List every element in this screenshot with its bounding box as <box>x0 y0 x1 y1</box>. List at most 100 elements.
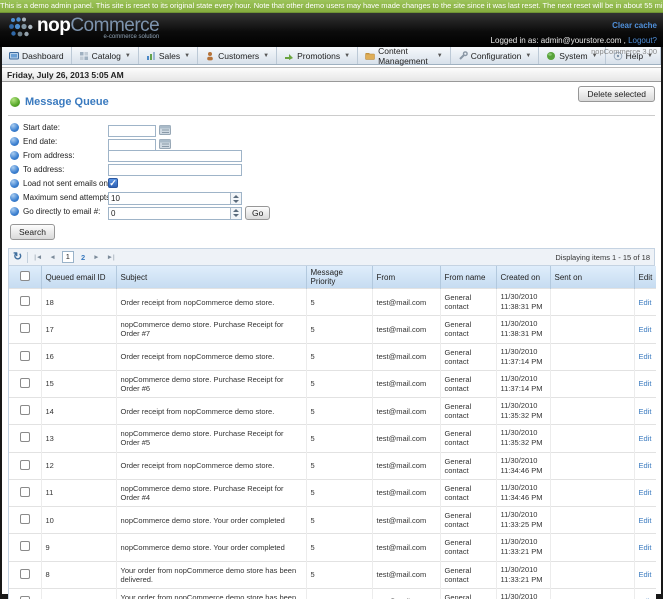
cell-from: test@mail.com <box>372 343 440 370</box>
menu-item-content-management[interactable]: Content Management ▼ <box>358 47 451 64</box>
row-checkbox[interactable] <box>20 541 30 551</box>
cell-priority: 5 <box>306 398 372 425</box>
help-icon <box>10 165 19 174</box>
row-checkbox[interactable] <box>20 323 30 333</box>
row-checkbox[interactable] <box>20 487 30 497</box>
cell-from-name: General contact <box>440 452 496 479</box>
stepper-arrows-icon[interactable] <box>230 208 241 219</box>
from-address-input[interactable] <box>108 150 242 162</box>
cell-sent-on <box>550 561 634 588</box>
row-checkbox[interactable] <box>20 351 30 361</box>
col-edit: Edit <box>634 266 656 289</box>
filter-row-start-date: Start date: <box>8 122 655 135</box>
cell-from: test@mail.com <box>372 398 440 425</box>
load-not-sent-checkbox[interactable]: ✓ <box>108 178 118 188</box>
edit-link[interactable]: Edit <box>639 461 652 470</box>
max-attempts-stepper[interactable]: 10 <box>108 192 242 205</box>
edit-link[interactable]: Edit <box>639 488 652 497</box>
app-header: nopCommerce e-commerce solution Clear ca… <box>0 13 663 47</box>
edit-link[interactable]: Edit <box>639 434 652 443</box>
app-version: nopCommerce 3.00 <box>491 47 657 56</box>
edit-link[interactable]: Edit <box>639 325 652 334</box>
go-directly-stepper[interactable]: 0 <box>108 207 242 220</box>
cell-priority: 5 <box>306 588 372 599</box>
table-row: 7 Your order from nopCommerce demo store… <box>9 588 656 599</box>
cell-sent-on <box>550 398 634 425</box>
menu-item-sales[interactable]: Sales ▼ <box>139 47 198 64</box>
filter-row-to-address: To address: <box>8 164 655 177</box>
table-header-row: Queued email ID Subject Message Priority… <box>9 266 656 289</box>
cell-from-name: General contact <box>440 316 496 343</box>
menu-item-promotions[interactable]: Promotions ▼ <box>277 47 358 64</box>
prev-page-icon[interactable]: ◄ <box>48 254 56 261</box>
page-1[interactable]: 1 <box>62 251 74 263</box>
row-checkbox[interactable] <box>20 378 30 388</box>
cell-created-on: 11/30/201011:33:20 PM <box>496 588 550 599</box>
select-all-checkbox[interactable] <box>20 271 30 281</box>
cell-from-name: General contact <box>440 534 496 561</box>
cell-subject: nopCommerce demo store. Purchase Receipt… <box>116 479 306 506</box>
delete-selected-button[interactable]: Delete selected <box>578 86 655 102</box>
stepper-arrows-icon[interactable] <box>230 193 241 204</box>
edit-link[interactable]: Edit <box>639 379 652 388</box>
row-checkbox[interactable] <box>20 460 30 470</box>
filter-row-go-directly: Go directly to email #: 0 Go <box>8 206 655 219</box>
cell-created-on: 11/30/201011:34:46 PM <box>496 452 550 479</box>
cell-created-on: 11/30/201011:35:32 PM <box>496 425 550 452</box>
row-checkbox[interactable] <box>20 432 30 442</box>
cell-from-name: General contact <box>440 588 496 599</box>
row-checkbox[interactable] <box>20 405 30 415</box>
cell-subject: nopCommerce demo store. Your order compl… <box>116 507 306 534</box>
cell-queued-email-id: 10 <box>41 507 116 534</box>
cell-subject: nopCommerce demo store. Your order compl… <box>116 534 306 561</box>
cell-queued-email-id: 11 <box>41 479 116 506</box>
refresh-icon[interactable]: ↻ <box>13 252 22 263</box>
edit-link[interactable]: Edit <box>639 298 652 307</box>
logout-link[interactable]: Logout? <box>628 36 657 45</box>
to-address-input[interactable] <box>108 164 242 176</box>
table-row: 15 nopCommerce demo store. Purchase Rece… <box>9 370 656 397</box>
search-button[interactable]: Search <box>10 224 55 240</box>
cell-sent-on <box>550 370 634 397</box>
cell-priority: 5 <box>306 534 372 561</box>
col-message-priority: Message Priority <box>306 266 372 289</box>
menu-item-catalog[interactable]: Catalog ▼ <box>72 47 139 64</box>
cell-priority: 5 <box>306 507 372 534</box>
page-2[interactable]: 2 <box>79 253 87 262</box>
go-button[interactable]: Go <box>245 206 270 220</box>
last-page-icon[interactable]: ►| <box>106 254 116 261</box>
next-page-icon[interactable]: ► <box>92 254 100 261</box>
cell-created-on: 11/30/201011:33:25 PM <box>496 507 550 534</box>
first-page-icon[interactable]: |◄ <box>33 254 43 261</box>
cell-priority: 5 <box>306 370 372 397</box>
row-checkbox[interactable] <box>20 569 30 579</box>
cell-sent-on <box>550 343 634 370</box>
table-row: 14 Order receipt from nopCommerce demo s… <box>9 398 656 425</box>
row-checkbox[interactable] <box>20 296 30 306</box>
edit-link[interactable]: Edit <box>639 352 652 361</box>
cell-created-on: 11/30/201011:37:14 PM <box>496 370 550 397</box>
cell-created-on: 11/30/201011:37:14 PM <box>496 343 550 370</box>
cell-from-name: General contact <box>440 425 496 452</box>
row-checkbox[interactable] <box>20 514 30 524</box>
menu-item-customers[interactable]: Customers ▼ <box>198 47 277 64</box>
edit-link[interactable]: Edit <box>639 570 652 579</box>
table-row: 9 nopCommerce demo store. Your order com… <box>9 534 656 561</box>
clear-cache-link[interactable]: Clear cache <box>612 21 657 30</box>
content-area: Message Queue Delete selected Start date… <box>2 82 661 599</box>
max-attempts-value[interactable]: 10 <box>109 193 230 204</box>
go-directly-value[interactable]: 0 <box>109 208 230 219</box>
cell-from: test@mail.com <box>372 588 440 599</box>
chevron-down-icon: ▼ <box>184 53 190 59</box>
edit-link[interactable]: Edit <box>639 407 652 416</box>
menu-item-dashboard[interactable]: Dashboard <box>2 47 72 64</box>
cell-sent-on <box>550 588 634 599</box>
menu-item-label: Promotions <box>297 51 340 61</box>
help-icon <box>10 179 19 188</box>
col-from-name: From name <box>440 266 496 289</box>
table-row: 10 nopCommerce demo store. Your order co… <box>9 507 656 534</box>
help-icon <box>10 123 19 132</box>
edit-link[interactable]: Edit <box>639 516 652 525</box>
date-bar: Friday, July 26, 2013 5:05 AM <box>2 67 661 82</box>
edit-link[interactable]: Edit <box>639 543 652 552</box>
